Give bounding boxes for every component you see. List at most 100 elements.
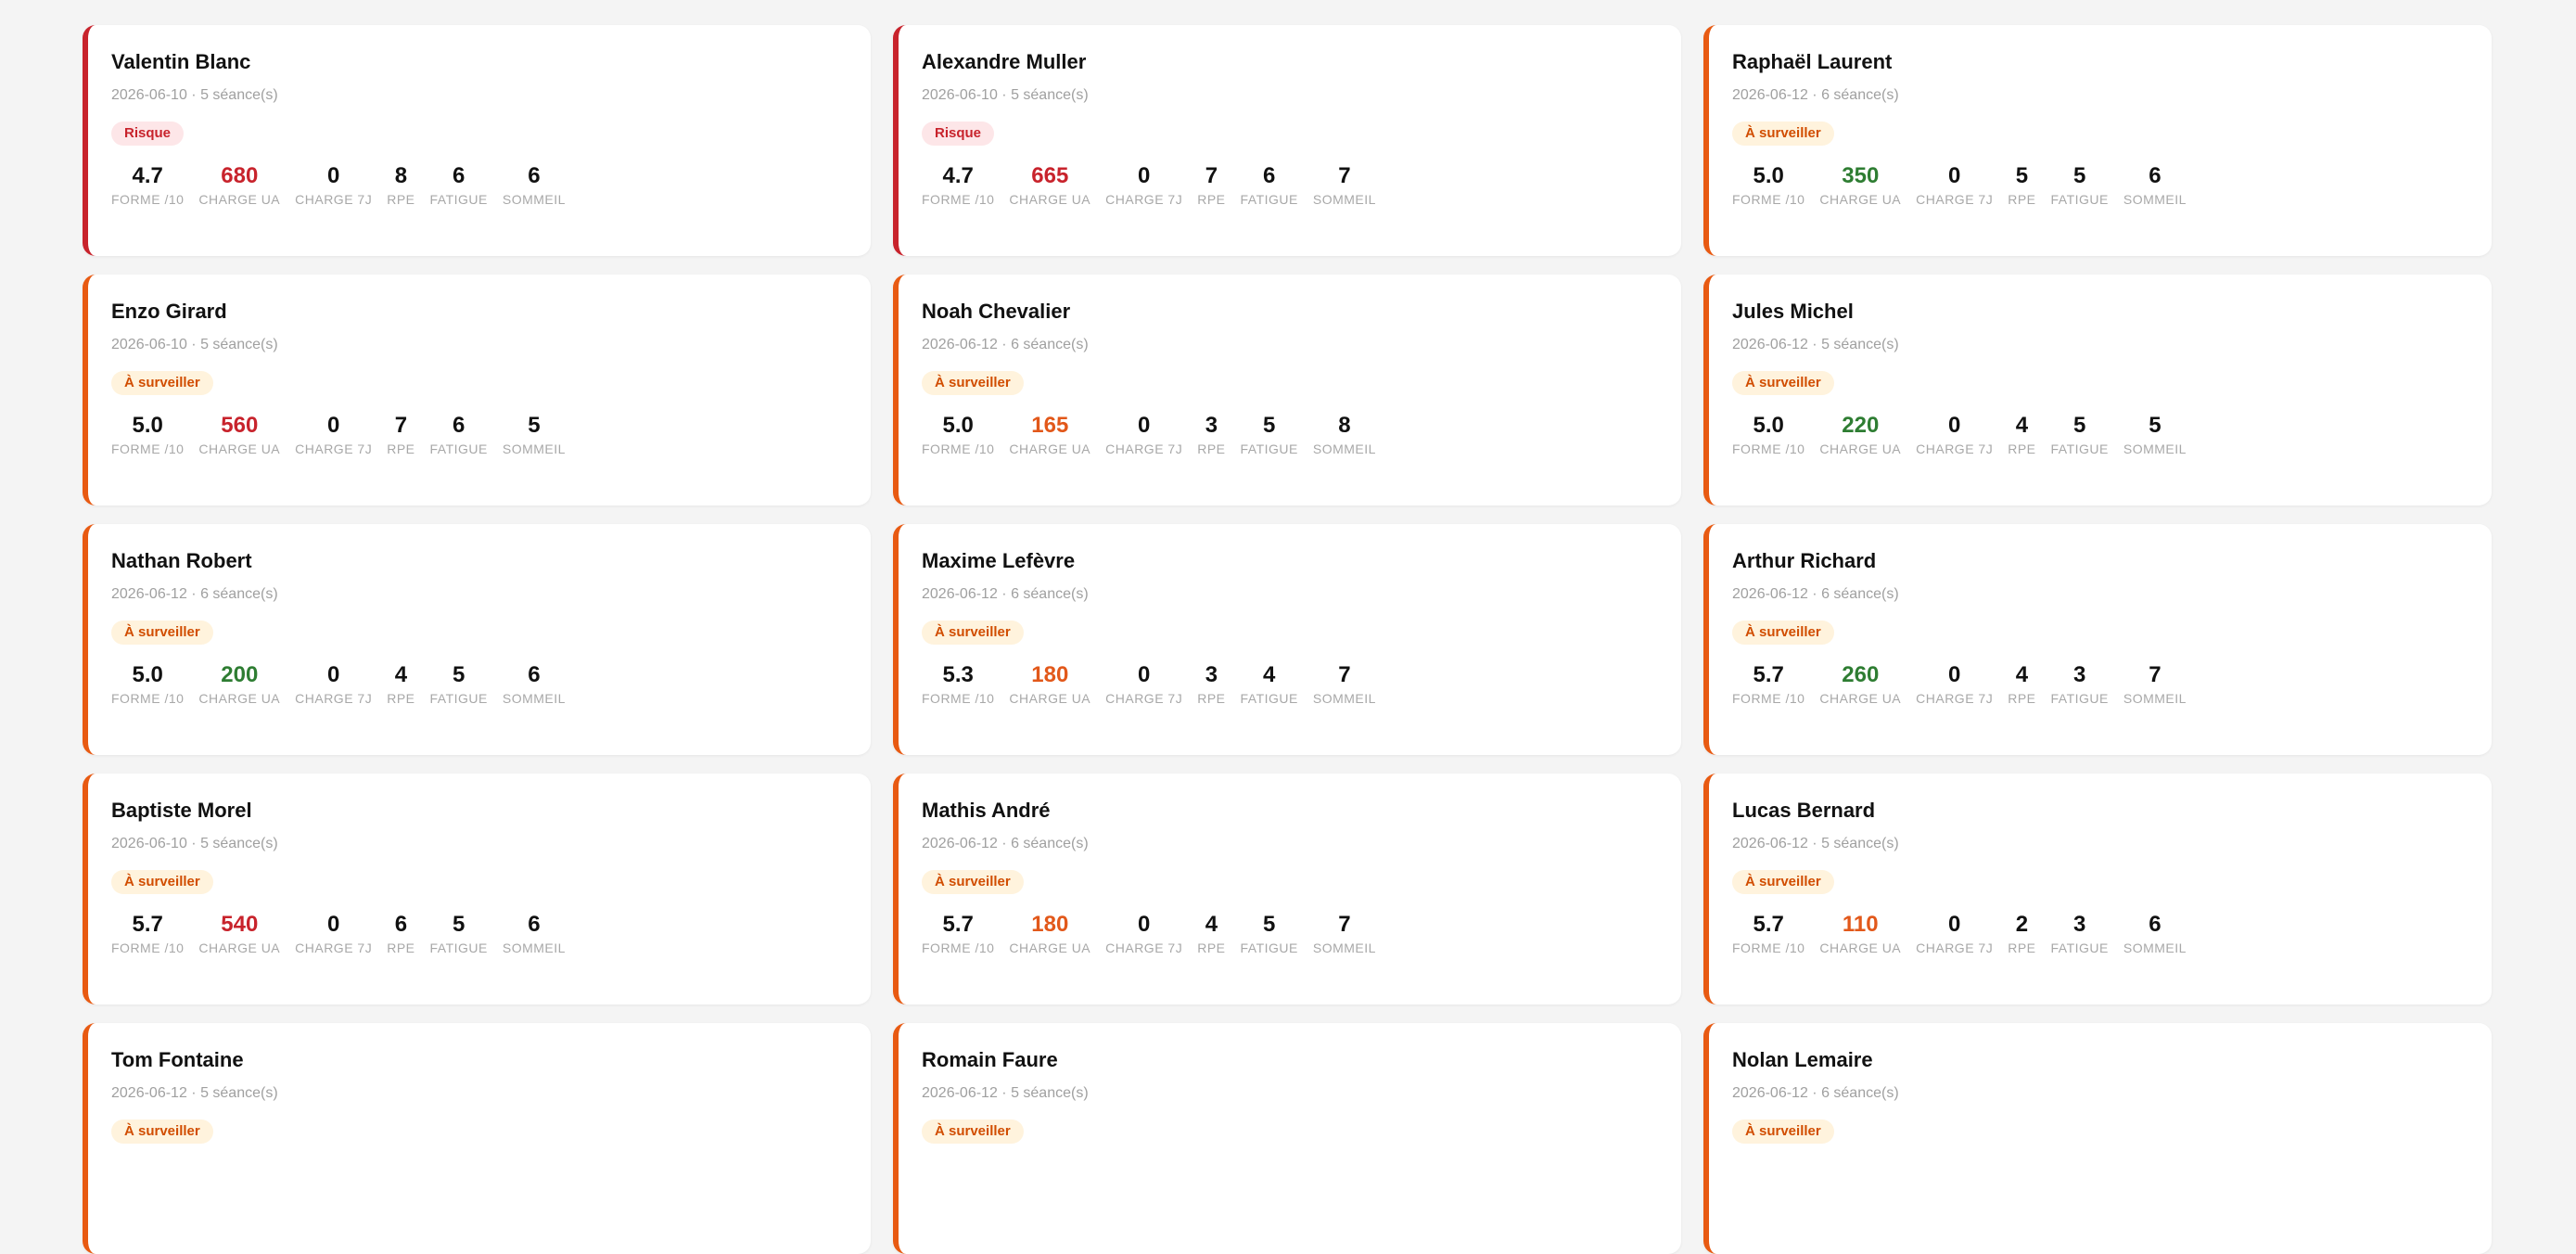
charge-7j-stat: 0 CHARGE 7J	[1105, 661, 1182, 707]
sommeil-stat: 5 SOMMEIL	[503, 412, 566, 457]
sommeil-stat: 6 SOMMEIL	[503, 162, 566, 208]
fatigue-stat: 4 FATIGUE	[1241, 661, 1298, 707]
rpe-stat: 4 RPE	[1197, 911, 1225, 956]
stat-label: FORME /10	[922, 940, 995, 955]
fatigue-stat: 5 FATIGUE	[2051, 162, 2109, 208]
stat-label: FATIGUE	[429, 940, 488, 955]
forme-stat: 4.7 FORME /10	[922, 162, 994, 208]
fatigue-stat: 3 FATIGUE	[2051, 661, 2109, 707]
player-card[interactable]: Lucas Bernard 2026-06-12 · 5 séance(s) À s…	[1703, 774, 2492, 1004]
stat-value: 5.0	[132, 662, 163, 687]
rpe-stat: 2 RPE	[2008, 911, 2035, 956]
charge-ua-stat: 180 CHARGE UA	[1009, 911, 1090, 956]
stat-label: CHARGE 7J	[295, 441, 373, 456]
sommeil-stat: 7 SOMMEIL	[1313, 162, 1376, 208]
stat-label: SOMMEIL	[1312, 691, 1376, 706]
stat-label: FORME /10	[1732, 192, 1805, 207]
rpe-stat: 4 RPE	[387, 661, 414, 707]
rpe-stat: 8 RPE	[387, 162, 414, 208]
stat-value: 0	[1138, 413, 1151, 438]
status-badge: À surveiller	[922, 1120, 1024, 1144]
player-card[interactable]: Tom Fontaine 2026-06-12 · 5 séance(s) À su…	[83, 1023, 871, 1254]
stat-label: FORME /10	[922, 691, 995, 706]
session-meta: 2026-06-12 · 5 séance(s)	[922, 1085, 1089, 1101]
player-name: Baptiste Morel	[111, 799, 252, 822]
charge-7j-stat: 0 CHARGE 7J	[1105, 412, 1182, 457]
player-card[interactable]: Baptiste Morel 2026-06-10 · 5 séance(s) À …	[83, 774, 871, 1004]
rpe-stat: 7 RPE	[387, 412, 414, 457]
stat-value: 110	[1842, 912, 1879, 937]
stat-label: FATIGUE	[1240, 192, 1298, 207]
rpe-stat: 4 RPE	[2008, 661, 2035, 707]
sommeil-stat: 7 SOMMEIL	[1313, 661, 1376, 707]
session-meta: 2026-06-12 · 6 séance(s)	[1732, 586, 1899, 602]
player-card[interactable]: Nathan Robert 2026-06-12 · 6 séance(s) À s…	[83, 524, 871, 755]
stat-value: 5.0	[1753, 413, 1784, 438]
session-meta: 2026-06-12 · 5 séance(s)	[111, 1085, 278, 1101]
player-card[interactable]: Enzo Girard 2026-06-10 · 5 séance(s) À sur…	[83, 275, 871, 505]
stat-label: CHARGE 7J	[1916, 940, 1994, 955]
stat-value: 7	[394, 413, 408, 438]
session-meta: 2026-06-10 · 5 séance(s)	[111, 87, 278, 103]
player-card[interactable]: Maxime Lefèvre 2026-06-12 · 6 séance(s) À …	[893, 524, 1681, 755]
stat-value: 680	[221, 163, 259, 188]
stat-value: 350	[1842, 163, 1880, 188]
stat-label: CHARGE UA	[198, 441, 281, 456]
player-card[interactable]: Mathis André 2026-06-12 · 6 séance(s) À su…	[893, 774, 1681, 1004]
stats-row: 5.3 FORME /10 180 CHARGE UA 0 CHARGE 7J 3 RPE 4 F…	[922, 661, 1681, 707]
status-badge: À surveiller	[1732, 870, 1834, 894]
stats-row: 5.0 FORME /10 350 CHARGE UA 0 CHARGE 7J 5 RPE 5 F…	[1732, 162, 2492, 208]
status-badge: À surveiller	[1732, 122, 1834, 146]
stat-value: 0	[327, 912, 340, 937]
stat-label: FATIGUE	[2050, 441, 2109, 456]
player-card[interactable]: Valentin Blanc 2026-06-10 · 5 séance(s) Ri…	[83, 25, 871, 256]
player-card[interactable]: Romain Faure 2026-06-12 · 5 séance(s) À su…	[893, 1023, 1681, 1254]
stat-value: 5	[2149, 413, 2162, 438]
charge-ua-stat: 680 CHARGE UA	[198, 162, 280, 208]
status-badge: Risque	[922, 122, 995, 146]
player-card[interactable]: Noah Chevalier 2026-06-12 · 6 séance(s) À …	[893, 275, 1681, 505]
stat-value: 4	[1263, 662, 1276, 687]
stat-label: CHARGE 7J	[1105, 940, 1183, 955]
player-card[interactable]: Alexandre Muller 2026-06-10 · 5 séance(s)…	[893, 25, 1681, 256]
stat-label: CHARGE UA	[198, 192, 281, 207]
player-name: Tom Fontaine	[111, 1048, 244, 1071]
stat-label: CHARGE UA	[198, 691, 281, 706]
sommeil-stat: 7 SOMMEIL	[1313, 911, 1376, 956]
player-name: Enzo Girard	[111, 300, 227, 323]
stat-value: 5	[1263, 912, 1276, 937]
stat-value: 7	[1338, 662, 1351, 687]
session-meta: 2026-06-10 · 5 séance(s)	[111, 836, 278, 851]
rpe-stat: 7 RPE	[1197, 162, 1225, 208]
stat-value: 0	[1138, 912, 1151, 937]
charge-ua-stat: 665 CHARGE UA	[1009, 162, 1090, 208]
stat-value: 165	[1031, 413, 1069, 438]
session-meta: 2026-06-10 · 5 séance(s)	[111, 337, 278, 352]
stat-value: 540	[221, 912, 259, 937]
player-card[interactable]: Jules Michel 2026-06-12 · 5 séance(s) À su…	[1703, 275, 2492, 505]
stat-label: SOMMEIL	[502, 691, 566, 706]
stats-row: 5.7 FORME /10 260 CHARGE UA 0 CHARGE 7J 4 RPE 3 F…	[1732, 661, 2492, 707]
stat-label: RPE	[387, 940, 415, 955]
stat-label: RPE	[1197, 192, 1226, 207]
stat-label: FATIGUE	[2050, 940, 2109, 955]
player-card[interactable]: Arthur Richard 2026-06-12 · 6 séance(s) À …	[1703, 524, 2492, 755]
forme-stat: 5.0 FORME /10	[922, 412, 994, 457]
stats-row: 5.7 FORME /10 110 CHARGE UA 0 CHARGE 7J 2 RPE 3 F…	[1732, 911, 2492, 956]
stat-label: SOMMEIL	[1312, 940, 1376, 955]
forme-stat: 5.0 FORME /10	[111, 412, 184, 457]
stat-value: 5.3	[942, 662, 974, 687]
stats-row: 5.0 FORME /10 220 CHARGE UA 0 CHARGE 7J 4 RPE 5 F…	[1732, 412, 2492, 457]
stat-label: SOMMEIL	[2123, 940, 2187, 955]
status-badge: À surveiller	[111, 870, 213, 894]
stat-label: FORME /10	[111, 691, 185, 706]
status-badge: À surveiller	[922, 870, 1024, 894]
stat-value: 3	[2073, 662, 2086, 687]
fatigue-stat: 6 FATIGUE	[430, 412, 488, 457]
player-card[interactable]: Raphaël Laurent 2026-06-12 · 6 séance(s) À…	[1703, 25, 2492, 256]
stat-label: CHARGE 7J	[1916, 441, 1994, 456]
player-card[interactable]: Nolan Lemaire 2026-06-12 · 6 séance(s) À s…	[1703, 1023, 2492, 1254]
fatigue-stat: 3 FATIGUE	[2051, 911, 2109, 956]
charge-7j-stat: 0 CHARGE 7J	[1916, 412, 1993, 457]
stat-value: 0	[1948, 413, 1961, 438]
